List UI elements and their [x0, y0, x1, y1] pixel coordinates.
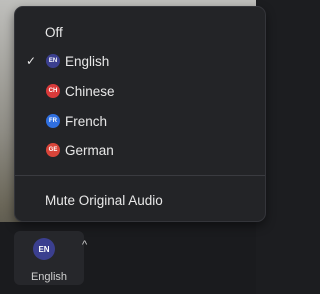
menu-item-label: Mute Original Audio	[45, 192, 163, 208]
menu-item-french[interactable]: FR French	[15, 108, 255, 134]
menu-item-label: German	[65, 142, 114, 158]
menu-item-off[interactable]: Off	[15, 19, 255, 45]
menu-item-label: French	[65, 113, 108, 129]
interpretation-button-label: English	[30, 271, 68, 283]
menu-item-label: Chinese	[65, 83, 115, 99]
french-flag-icon: FR	[46, 114, 60, 128]
mute-original-audio-item[interactable]: Mute Original Audio	[15, 187, 255, 213]
menu-item-english[interactable]: ✓ EN English	[15, 48, 255, 74]
chevron-up-icon[interactable]: ^	[82, 239, 87, 251]
german-flag-icon: GE	[46, 143, 60, 157]
menu-item-chinese[interactable]: CH Chinese	[15, 78, 255, 104]
english-badge-icon: EN	[33, 238, 55, 260]
menu-item-label: Off	[45, 24, 63, 40]
menu-item-label: English	[65, 53, 110, 69]
menu-divider	[15, 175, 265, 176]
interpretation-language-menu: Off ✓ EN English CH Chinese FR French GE…	[14, 6, 266, 222]
english-flag-icon: EN	[46, 54, 60, 68]
chinese-flag-icon: CH	[46, 84, 60, 98]
menu-item-german[interactable]: GE German	[15, 137, 255, 163]
checkmark-icon: ✓	[26, 54, 37, 68]
